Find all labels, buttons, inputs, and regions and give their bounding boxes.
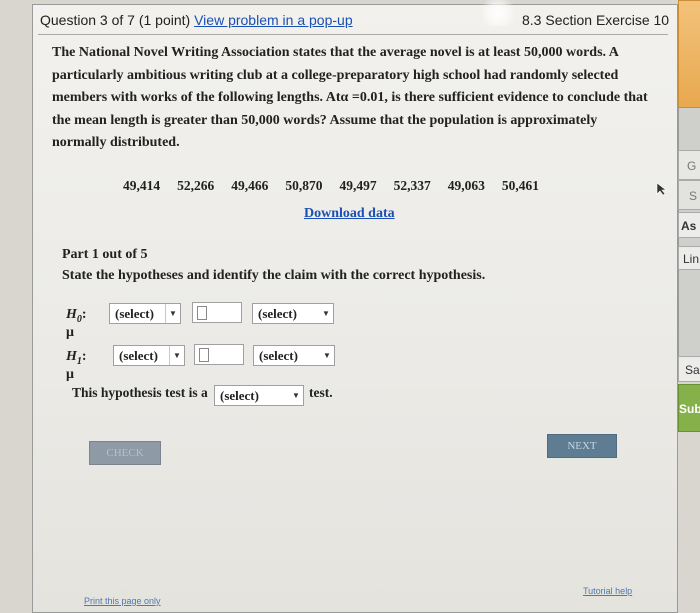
test-type-select[interactable]: (select) ▼ xyxy=(214,385,304,406)
part-section: Part 1 out of 5 State the hypotheses and… xyxy=(62,244,485,286)
chevron-down-icon: ▼ xyxy=(292,391,300,400)
h1-operator-select[interactable]: (select) ▼ xyxy=(113,345,185,366)
question-label: Question 3 of 7 (1 point) xyxy=(40,12,191,28)
h0-claim-select[interactable]: (select) ▼ xyxy=(252,303,334,324)
data-value: 52,266 xyxy=(177,178,215,193)
download-data-link[interactable]: Download data xyxy=(304,206,395,222)
right-strip-item-s[interactable]: S xyxy=(678,180,700,210)
h1-value-input[interactable] xyxy=(194,344,244,365)
mouse-cursor-icon xyxy=(656,182,667,196)
right-strip-item-lin[interactable]: Lin xyxy=(678,246,700,270)
data-value: 49,414 xyxy=(123,178,161,193)
tutorial-help-link[interactable]: Tutorial help xyxy=(583,586,632,596)
test-type-line: This hypothesis test is a xyxy=(72,385,208,401)
problem-text: The National Novel Writing Association s… xyxy=(52,45,648,150)
check-button[interactable]: CHECK xyxy=(89,441,161,465)
right-strip-submit[interactable]: Subm xyxy=(678,384,700,432)
test-type-suffix-wrap: test. xyxy=(309,385,333,401)
right-strip-item-g[interactable]: G xyxy=(678,150,700,180)
part-label: Part 1 out of 5 xyxy=(62,247,148,262)
right-strip-item-as[interactable]: As xyxy=(678,212,700,238)
h0-label: H0: μ xyxy=(66,307,87,340)
right-strip-item-sa[interactable]: Sa xyxy=(678,356,700,382)
h0-operator-select[interactable]: (select) ▼ xyxy=(109,303,181,324)
h1-claim-select[interactable]: (select) ▼ xyxy=(253,345,335,366)
data-value: 49,497 xyxy=(339,178,377,193)
chevron-down-icon: ▼ xyxy=(165,304,180,323)
next-button[interactable]: NEXT xyxy=(547,434,617,458)
part-instruction: State the hypotheses and identify the cl… xyxy=(62,268,486,283)
data-value: 50,461 xyxy=(501,178,539,193)
header-divider xyxy=(38,34,668,35)
question-header: Question 3 of 7 (1 point) View problem i… xyxy=(40,12,353,28)
data-value: 50,870 xyxy=(285,178,323,193)
chevron-down-icon: ▼ xyxy=(322,309,330,318)
print-page-link[interactable]: Print this page only xyxy=(84,596,161,606)
test-type-suffix: test. xyxy=(309,385,333,400)
data-value: 52,337 xyxy=(393,178,431,193)
section-label: 8.3 Section Exercise 10 xyxy=(522,12,670,28)
chevron-down-icon: ▼ xyxy=(323,351,331,360)
right-strip-grey-panel xyxy=(678,108,700,380)
data-value: 49,466 xyxy=(231,178,269,193)
right-strip-orange-tab[interactable] xyxy=(678,0,700,108)
test-type-prefix: This hypothesis test is a xyxy=(72,385,208,400)
popup-link[interactable]: View problem in a pop-up xyxy=(194,12,353,28)
data-values-row: 49,414 52,266 49,466 50,870 49,497 52,337 49,0… xyxy=(123,178,556,194)
data-value: 49,063 xyxy=(447,178,485,193)
h0-value-input[interactable] xyxy=(192,302,242,323)
h1-label: H1: μ xyxy=(66,349,87,382)
glare-highlight xyxy=(478,0,518,26)
chevron-down-icon: ▼ xyxy=(169,346,184,365)
